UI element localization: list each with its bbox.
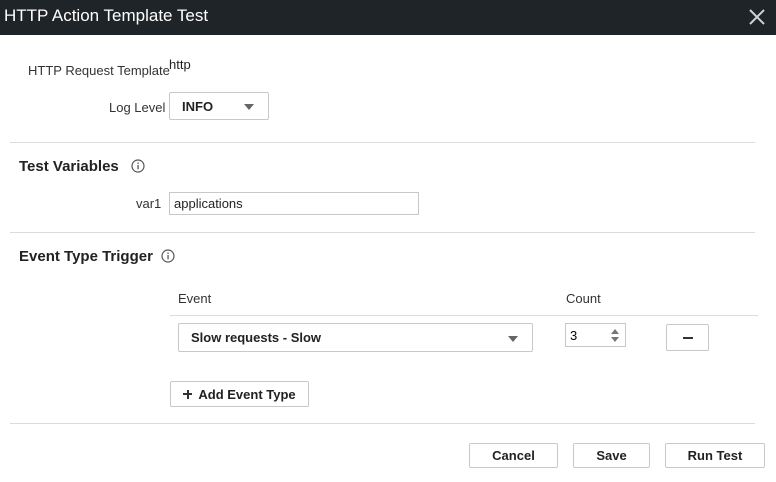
divider	[10, 232, 755, 233]
decrement-icon[interactable]	[611, 337, 619, 342]
divider	[10, 142, 755, 143]
log-level-value: INFO	[182, 99, 214, 114]
plus-icon	[183, 389, 193, 399]
event-type-trigger-heading: Event Type Trigger	[19, 248, 153, 265]
log-level-select[interactable]: INFO	[169, 92, 269, 120]
info-icon[interactable]	[131, 159, 145, 173]
test-variables-heading: Test Variables	[19, 158, 119, 175]
remove-event-button[interactable]	[666, 324, 709, 351]
var1-input[interactable]	[169, 192, 419, 215]
event-type-select[interactable]: Slow requests - Slow	[178, 323, 533, 352]
minus-icon	[682, 336, 693, 339]
add-event-type-button[interactable]: Add Event Type	[170, 381, 309, 407]
save-button[interactable]: Save	[573, 443, 650, 468]
var1-label: var1	[136, 196, 162, 211]
count-column-header: Count	[566, 291, 601, 306]
http-request-template-label: HTTP Request Template	[28, 63, 170, 78]
chevron-down-icon	[244, 104, 254, 110]
info-icon[interactable]	[161, 249, 175, 263]
dialog-title: HTTP Action Template Test	[4, 6, 209, 25]
count-stepper[interactable]	[565, 323, 626, 347]
count-input[interactable]	[566, 324, 614, 346]
cancel-button[interactable]: Cancel	[469, 443, 558, 468]
log-level-label: Log Level	[109, 100, 166, 115]
divider	[10, 423, 755, 424]
event-type-value: Slow requests - Slow	[191, 330, 322, 345]
dialog-titlebar: HTTP Action Template Test	[0, 0, 776, 35]
event-column-header: Event	[178, 291, 212, 306]
chevron-down-icon	[508, 336, 518, 342]
table-header-divider	[170, 315, 758, 316]
http-request-template-value: http	[169, 57, 191, 72]
close-icon[interactable]	[746, 6, 768, 28]
add-event-type-label: Add Event Type	[198, 386, 296, 402]
increment-icon[interactable]	[611, 329, 619, 334]
run-test-button[interactable]: Run Test	[665, 443, 765, 468]
